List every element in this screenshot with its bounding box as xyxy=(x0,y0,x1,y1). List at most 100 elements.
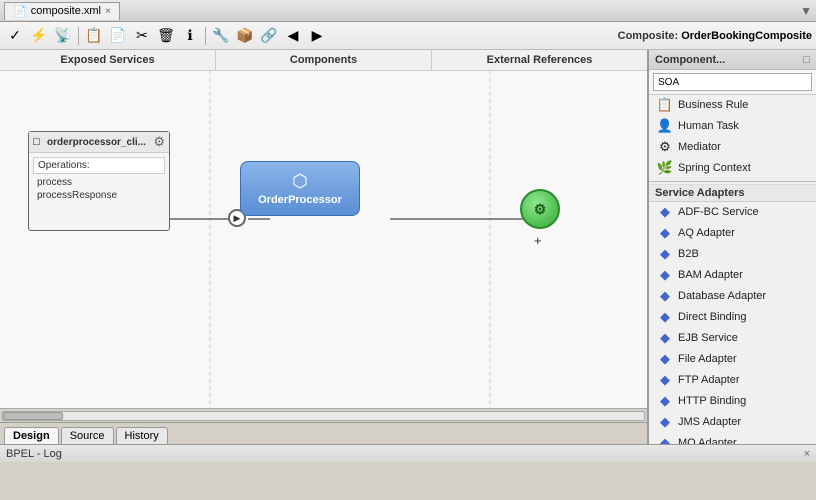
filename: composite.xml xyxy=(31,5,101,17)
mq-adapter-label: MQ Adapter xyxy=(678,437,737,444)
delete-button[interactable]: 🗑 xyxy=(155,25,177,47)
ejb-service-icon: ◆ xyxy=(657,330,673,346)
palette-item-http-binding[interactable]: ◆ HTTP Binding xyxy=(649,391,816,412)
cut-button[interactable]: ✂ xyxy=(131,25,153,47)
canvas-area[interactable]: □ orderprocessor_cli... ⚙ Operations: pr… xyxy=(0,71,647,408)
minimize-icon[interactable]: ▼ xyxy=(800,4,812,18)
tab-history[interactable]: History xyxy=(116,427,168,444)
b2b-icon: ◆ xyxy=(657,246,673,262)
direct-binding-icon: ◆ xyxy=(657,309,673,325)
main-area: Exposed Services Components External Ref… xyxy=(0,50,816,444)
composite-header: Exposed Services Components External Ref… xyxy=(0,50,647,71)
palette-item-human-task[interactable]: 👤 Human Task xyxy=(649,116,816,137)
palette-item-file-adapter[interactable]: ◆ File Adapter xyxy=(649,349,816,370)
bam-adapter-label: BAM Adapter xyxy=(678,269,743,281)
direct-binding-label: Direct Binding xyxy=(678,311,746,323)
database-adapter-icon: ◆ xyxy=(657,288,673,304)
gear-icon[interactable]: ⚙ xyxy=(153,134,165,150)
config-button[interactable]: 🔧 xyxy=(210,25,232,47)
aq-adapter-label: AQ Adapter xyxy=(678,227,735,239)
info-button[interactable]: ℹ xyxy=(179,25,201,47)
canvas-svg xyxy=(0,71,647,408)
tab-close-icon[interactable]: × xyxy=(105,6,111,17)
tab-source[interactable]: Source xyxy=(61,427,114,444)
palette-item-spring-context[interactable]: 🌿 Spring Context xyxy=(649,158,816,179)
adf-bc-label: ADF-BC Service xyxy=(678,206,759,218)
file-adapter-icon: ◆ xyxy=(657,351,673,367)
ext-ref-plus-icon[interactable]: + xyxy=(534,233,542,248)
toolbar: ✓ ⚡ 📡 📋 📄 ✂ 🗑 ℹ 🔧 📦 🔗 ◀ ▶ Composite: Ord… xyxy=(0,22,816,50)
palette-item-b2b[interactable]: ◆ B2B xyxy=(649,244,816,265)
processor-icon: ⬡ xyxy=(292,171,308,192)
business-rule-icon: 📋 xyxy=(657,97,673,113)
ftp-adapter-icon: ◆ xyxy=(657,372,673,388)
b2b-label: B2B xyxy=(678,248,699,260)
ext-ref-icon[interactable]: ⚙ xyxy=(520,189,560,229)
jms-adapter-label: JMS Adapter xyxy=(678,416,741,428)
paste-button[interactable]: 📄 xyxy=(107,25,129,47)
palette-item-aq-adapter[interactable]: ◆ AQ Adapter xyxy=(649,223,816,244)
database-adapter-label: Database Adapter xyxy=(678,290,766,302)
composite-label: Composite: OrderBookingComposite xyxy=(618,30,812,42)
service-adapters-header: Service Adapters xyxy=(649,184,816,202)
composite-editor: Exposed Services Components External Ref… xyxy=(0,50,648,444)
palette-item-jms-adapter[interactable]: ◆ JMS Adapter xyxy=(649,412,816,433)
palette-item-mq-adapter[interactable]: ◆ MQ Adapter xyxy=(649,433,816,444)
jms-adapter-icon: ◆ xyxy=(657,414,673,430)
run-button[interactable]: ⚡ xyxy=(28,25,50,47)
hscroll-track[interactable] xyxy=(2,411,645,421)
ops-label: Operations: xyxy=(33,157,165,174)
palette-separator xyxy=(649,181,816,182)
save-button[interactable]: ✓ xyxy=(4,25,26,47)
palette-item-ejb-service[interactable]: ◆ EJB Service xyxy=(649,328,816,349)
human-task-label: Human Task xyxy=(678,120,739,132)
op-process: process xyxy=(33,176,165,189)
aq-adapter-icon: ◆ xyxy=(657,225,673,241)
panel-title-bar: Component... □ xyxy=(649,50,816,70)
order-processor-component[interactable]: ⬡ OrderProcessor xyxy=(240,161,360,216)
palette-list: 📋 Business Rule 👤 Human Task ⚙ Mediator … xyxy=(649,95,816,444)
palette-item-ftp-adapter[interactable]: ◆ FTP Adapter xyxy=(649,370,816,391)
palette-item-database-adapter[interactable]: ◆ Database Adapter xyxy=(649,286,816,307)
title-bar: 📄 composite.xml × ▼ xyxy=(0,0,816,22)
back-button[interactable]: ◀ xyxy=(282,25,304,47)
http-binding-icon: ◆ xyxy=(657,393,673,409)
package-button[interactable]: 📦 xyxy=(234,25,256,47)
bpel-component[interactable]: □ orderprocessor_cli... ⚙ Operations: pr… xyxy=(28,131,170,231)
palette-item-bam-adapter[interactable]: ◆ BAM Adapter xyxy=(649,265,816,286)
palette-item-mediator[interactable]: ⚙ Mediator xyxy=(649,137,816,158)
ejb-service-label: EJB Service xyxy=(678,332,738,344)
human-task-icon: 👤 xyxy=(657,118,673,134)
file-adapter-label: File Adapter xyxy=(678,353,737,365)
bam-adapter-icon: ◆ xyxy=(657,267,673,283)
copy-button[interactable]: 📋 xyxy=(83,25,105,47)
http-binding-label: HTTP Binding xyxy=(678,395,746,407)
tab-design[interactable]: Design xyxy=(4,427,59,444)
mq-adapter-icon: ◆ xyxy=(657,435,673,444)
log-title: BPEL - Log xyxy=(6,448,62,460)
components-header: Components xyxy=(216,50,432,70)
log-close-btn[interactable]: × xyxy=(804,448,810,460)
link-button[interactable]: 🔗 xyxy=(258,25,280,47)
ext-ref-symbol: ⚙ xyxy=(534,201,547,218)
separator-1 xyxy=(78,27,79,45)
panel-title: Component... xyxy=(655,54,725,66)
palette-item-adf-bc[interactable]: ◆ ADF-BC Service xyxy=(649,202,816,223)
log-bar: BPEL - Log × xyxy=(0,444,816,462)
title-tabs: 📄 composite.xml × xyxy=(4,2,120,20)
palette-item-direct-binding[interactable]: ◆ Direct Binding xyxy=(649,307,816,328)
op-process-response: processResponse xyxy=(33,189,165,202)
search-input[interactable] xyxy=(653,73,812,91)
bpel-header: □ orderprocessor_cli... ⚙ xyxy=(29,132,169,153)
palette-item-business-rule[interactable]: 📋 Business Rule xyxy=(649,95,816,116)
horizontal-scrollbar[interactable] xyxy=(0,408,647,422)
order-processor-label: OrderProcessor xyxy=(258,194,342,206)
panel-minimize-btn[interactable]: □ xyxy=(803,54,810,66)
composite-name: OrderBookingComposite xyxy=(681,30,812,42)
external-references-header: External References xyxy=(432,50,647,70)
deploy-button[interactable]: 📡 xyxy=(52,25,74,47)
forward-button[interactable]: ▶ xyxy=(306,25,328,47)
file-tab[interactable]: 📄 composite.xml × xyxy=(4,2,120,20)
spring-context-icon: 🌿 xyxy=(657,160,673,176)
hscroll-thumb[interactable] xyxy=(3,412,63,420)
